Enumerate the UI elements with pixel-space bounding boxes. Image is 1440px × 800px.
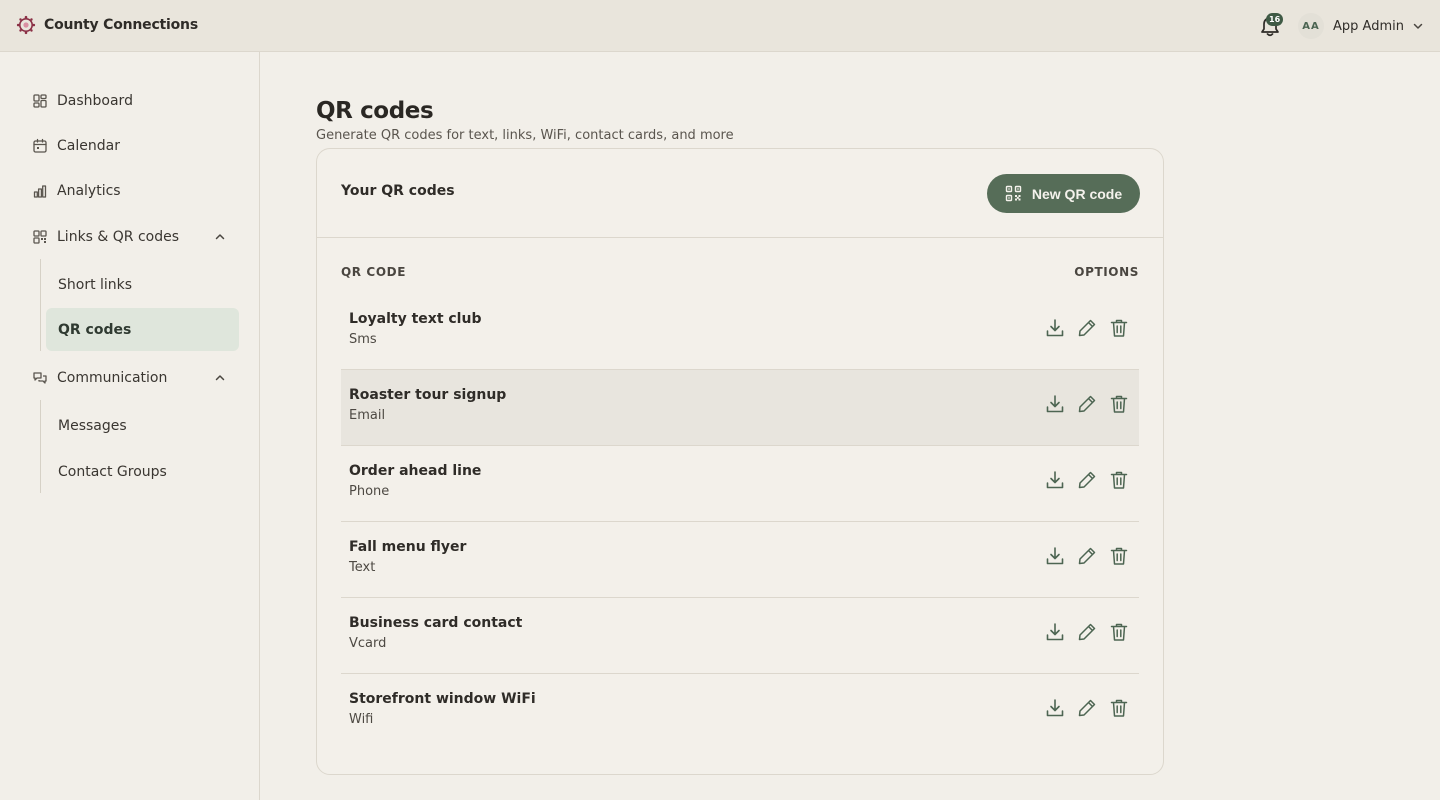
qr-code-name: Fall menu flyer — [349, 539, 467, 555]
top-bar: County Connections 16 AA App Admin — [0, 0, 1440, 52]
sidebar-item-contact-groups[interactable]: Contact Groups — [46, 450, 239, 493]
sidebar-item-short-links[interactable]: Short links — [46, 263, 239, 306]
column-header-options: OPTIONS — [1074, 265, 1139, 279]
qr-code-type: Vcard — [349, 636, 387, 651]
sidebar-item-label: Calendar — [57, 138, 120, 154]
sidebar-item-dashboard[interactable]: Dashboard — [24, 82, 238, 120]
user-menu[interactable]: AA App Admin — [1298, 13, 1424, 39]
edit-icon[interactable] — [1076, 545, 1098, 567]
edit-icon[interactable] — [1076, 393, 1098, 415]
sidebar-item-label: Dashboard — [57, 93, 133, 109]
sidebar-item-calendar[interactable]: Calendar — [24, 127, 238, 165]
qr-code-icon — [1005, 185, 1022, 202]
table-row[interactable]: Order ahead line Phone — [341, 446, 1139, 522]
qr-code-name: Business card contact — [349, 615, 523, 631]
table-row[interactable]: Loyalty text club Sms — [341, 294, 1139, 370]
qr-code-name: Order ahead line — [349, 463, 482, 479]
brand[interactable]: County Connections — [16, 15, 198, 35]
new-qr-code-label: New QR code — [1031, 185, 1123, 202]
qr-code-name: Storefront window WiFi — [349, 691, 536, 707]
qr-code-type: Wifi — [349, 712, 374, 727]
sidebar-item-messages[interactable]: Messages — [46, 404, 239, 447]
sidebar-item-label: Communication — [57, 370, 168, 386]
submenu-guide-line — [40, 259, 41, 351]
download-icon[interactable] — [1044, 469, 1066, 491]
table-row[interactable]: Storefront window WiFi Wifi — [341, 674, 1139, 750]
table-row[interactable]: Business card contact Vcard — [341, 598, 1139, 674]
table-row[interactable]: Fall menu flyer Text — [341, 522, 1139, 598]
card-header: Your QR codes New QR code — [317, 149, 1163, 238]
brand-name: County Connections — [44, 17, 198, 33]
edit-icon[interactable] — [1076, 469, 1098, 491]
brand-logo-icon — [16, 15, 36, 35]
column-header-qr-code: QR CODE — [341, 265, 406, 279]
qr-code-type: Text — [349, 560, 376, 575]
sidebar-item-links-qr[interactable]: Links & QR codes — [24, 218, 238, 256]
trash-icon[interactable] — [1108, 469, 1130, 491]
trash-icon[interactable] — [1108, 621, 1130, 643]
chevron-up-icon[interactable] — [214, 231, 226, 243]
sidebar-item-communication[interactable]: Communication — [24, 359, 238, 397]
trash-icon[interactable] — [1108, 393, 1130, 415]
edit-icon[interactable] — [1076, 621, 1098, 643]
edit-icon[interactable] — [1076, 317, 1098, 339]
trash-icon[interactable] — [1108, 317, 1130, 339]
download-icon[interactable] — [1044, 621, 1066, 643]
new-qr-code-button[interactable]: New QR code — [987, 174, 1140, 213]
download-icon[interactable] — [1044, 545, 1066, 567]
table-row[interactable]: Roaster tour signup Email — [341, 370, 1139, 446]
page-title: QR codes — [316, 98, 434, 124]
trash-icon[interactable] — [1108, 697, 1130, 719]
page-subtitle: Generate QR codes for text, links, WiFi,… — [316, 128, 734, 143]
qr-grid-icon — [33, 230, 47, 244]
chevron-up-icon[interactable] — [214, 372, 226, 384]
submenu-guide-line — [40, 400, 41, 493]
card-title: Your QR codes — [341, 183, 455, 199]
dashboard-icon — [33, 94, 47, 108]
qr-code-type: Email — [349, 408, 386, 423]
qr-codes-card: Your QR codes New QR code QR CODE OPTION… — [316, 148, 1164, 775]
analytics-icon — [33, 185, 47, 198]
sidebar-item-analytics[interactable]: Analytics — [24, 172, 238, 210]
qr-code-type: Phone — [349, 484, 390, 499]
chat-icon — [33, 372, 47, 384]
trash-icon[interactable] — [1108, 545, 1130, 567]
user-name: App Admin — [1333, 18, 1404, 34]
calendar-icon — [33, 138, 47, 153]
chevron-down-icon — [1413, 23, 1423, 29]
qr-code-name: Roaster tour signup — [349, 387, 507, 403]
avatar: AA — [1298, 13, 1324, 39]
sidebar-item-label: Links & QR codes — [57, 229, 180, 245]
download-icon[interactable] — [1044, 697, 1066, 719]
notification-badge: 16 — [1266, 13, 1284, 26]
sidebar-item-label: Analytics — [57, 183, 121, 199]
edit-icon[interactable] — [1076, 697, 1098, 719]
download-icon[interactable] — [1044, 393, 1066, 415]
sidebar: Dashboard Calendar Analytics Links & QR … — [0, 52, 260, 800]
qr-code-name: Loyalty text club — [349, 311, 482, 327]
qr-code-type: Sms — [349, 332, 377, 347]
download-icon[interactable] — [1044, 317, 1066, 339]
sidebar-item-qr-codes[interactable]: QR codes — [46, 308, 239, 351]
